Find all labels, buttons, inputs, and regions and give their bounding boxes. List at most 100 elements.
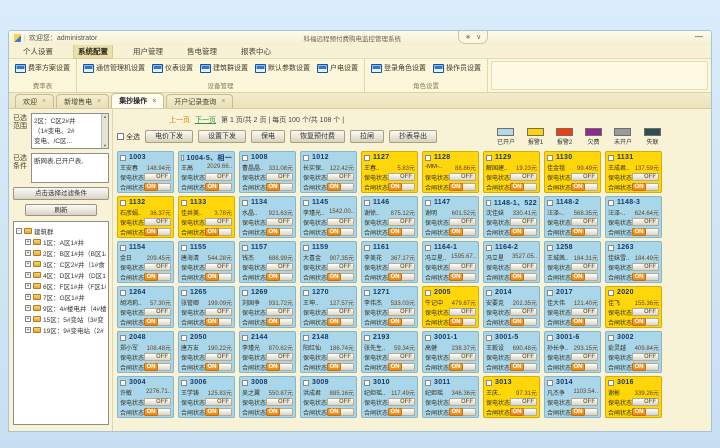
card-checkbox[interactable] [608,245,614,251]
expand-icon[interactable] [25,305,31,311]
collapse-icon[interactable] [16,228,22,234]
meter-card[interactable]: 1148-2 汪泽-.. 568.35元 保电状态 OFF [544,196,601,238]
tree-item[interactable]: 7区：G区1#井 [16,291,106,302]
ribbon-button[interactable]: 户电设置 [315,62,360,74]
meter-card[interactable]: 1157 钱杰 686.99元 保电状态 OFF 合闸状态 [239,241,296,283]
power-protect-status[interactable]: OFF [449,173,476,181]
meter-card[interactable]: 1159 大喜金 907.35元 保电状态 OFF 合闸状态 [300,241,357,283]
power-protect-status[interactable]: OFF [510,353,537,361]
power-protect-status[interactable]: OFF [266,263,293,271]
switch-state-status[interactable]: ON [388,228,402,236]
meter-card[interactable]: 1271 李伟杰 533.03元 保电状态 OFF 合闸状态 [361,286,418,328]
select-all[interactable]: 全选 [117,132,140,142]
power-protect-status[interactable]: OFF [266,308,293,316]
scroll-down-icon[interactable] [103,143,107,148]
meter-card[interactable]: 1269 刘国争 931.72元 保电状态 OFF 合闸状态 [239,286,296,328]
switch-state-status[interactable]: ON [388,408,402,416]
meter-card[interactable]: 1133 佳井美.. 3.78元 保电状态 OFF 合闸状态 [178,196,235,238]
ribbon-button[interactable]: 默认参数设置 [253,62,312,74]
card-checkbox[interactable] [303,155,309,161]
power-protect-status[interactable]: OFF [266,173,293,181]
meter-card[interactable]: 2144 李瑾光 870.62元 保电状态 OFF 合闸状态 [239,331,296,373]
switch-state-status[interactable]: ON [388,318,402,326]
action-button[interactable]: 保电 [251,130,285,143]
action-button[interactable]: 设置下发 [198,130,246,143]
power-protect-status[interactable]: OFF [327,218,354,226]
meter-card[interactable]: 3001-1 高健 238.37元 保电状态 OFF 合闸状 [422,331,479,373]
card-checkbox[interactable] [425,380,431,386]
switch-state-status[interactable]: ON [510,183,524,191]
meter-card[interactable]: 1270 王坤.. 127.57元 保电状态 OFF 合闸状 [300,286,357,328]
power-protect-status[interactable]: OFF [388,263,415,271]
switch-state-status[interactable]: ON [144,408,158,416]
power-protect-status[interactable]: OFF [388,173,415,181]
switch-state-status[interactable]: ON [632,183,646,191]
switch-state-status[interactable]: ON [388,363,402,371]
switch-state-status[interactable]: ON [144,318,158,326]
meter-card[interactable]: 1164-1 冯立星.. 1595.67.. 保电状态 OFF [422,241,479,283]
meter-card[interactable]: 1003 王安春 148.94元 保电状态 OFF 合闸状态 [117,151,174,193]
expand-icon[interactable] [25,261,31,267]
card-checkbox[interactable] [425,245,431,251]
switch-state-status[interactable]: ON [266,408,280,416]
power-protect-status[interactable]: OFF [144,353,171,361]
card-checkbox[interactable] [547,200,553,206]
card-checkbox[interactable] [364,245,370,251]
switch-state-status[interactable]: ON [510,228,524,236]
power-protect-status[interactable]: OFF [205,308,232,316]
switch-state-status[interactable]: ON [510,408,524,416]
switch-state-status[interactable]: ON [205,273,219,281]
ribbon-button[interactable]: 登录角色设置 [369,62,428,74]
card-checkbox[interactable] [303,335,309,341]
power-protect-status[interactable]: OFF [571,263,598,271]
select-all-checkbox[interactable] [117,133,124,140]
meter-card[interactable]: 2017 佳大伟 121.40元 保电状态 OFF 合闸状态 [544,286,601,328]
card-checkbox[interactable] [547,380,553,386]
close-icon[interactable] [221,98,225,105]
meter-card[interactable]: 1130 佳金毯 99.49元 保电状态 OFF 合闸状态 [544,151,601,193]
meter-card[interactable]: 1004-5、相一 王高 2029.66.. 保电状态 OFF [178,151,235,193]
power-protect-status[interactable]: OFF [632,398,659,406]
prev-page-link[interactable]: 上一页 [169,115,190,125]
power-protect-status[interactable]: OFF [632,353,659,361]
card-checkbox[interactable] [547,155,553,161]
menu-item[interactable]: 个人设置 [19,45,57,58]
card-checkbox[interactable] [425,290,431,296]
expand-icon[interactable] [25,239,31,245]
switch-state-status[interactable]: ON [510,273,524,281]
power-protect-status[interactable]: OFF [205,218,232,226]
meter-card[interactable]: 1132 石彦娟.. 36.37元 保电状态 OFF 合闸状 [117,196,174,238]
power-protect-status[interactable]: OFF [449,398,476,406]
card-checkbox[interactable] [181,200,187,206]
menu-item[interactable]: 系统配置 [73,44,113,59]
document-tab[interactable]: 集抄操作 [111,93,164,108]
power-protect-status[interactable]: OFF [449,308,476,316]
switch-state-status[interactable]: ON [632,318,646,326]
power-protect-status[interactable]: OFF [327,353,354,361]
meter-card[interactable]: 3006 王学铸 125.83元 保电状态 OFF 合闸状态 [178,376,235,418]
power-protect-status[interactable]: OFF [510,263,537,271]
card-checkbox[interactable] [120,290,126,296]
expand-icon[interactable] [25,294,31,300]
action-button[interactable]: 抄表导出 [389,130,437,143]
switch-state-status[interactable]: ON [449,363,463,371]
power-protect-status[interactable]: OFF [388,308,415,316]
power-protect-status[interactable]: OFF [510,308,537,316]
power-protect-status[interactable]: OFF [327,308,354,316]
meter-card[interactable]: 2020 佳飞 155.36元 保电状态 OFF 合闸状态 [605,286,662,328]
switch-state-status[interactable]: ON [632,363,646,371]
meter-card[interactable]: 1147 谢明 601.52元 保电状态 OFF 合闸状态 [422,196,479,238]
menu-item[interactable]: 用户管理 [129,45,167,58]
tree-item[interactable]: 1区：A区1#井 [16,236,106,247]
switch-state-status[interactable]: ON [327,273,341,281]
power-protect-status[interactable]: OFF [449,218,476,226]
card-checkbox[interactable] [181,155,184,161]
switch-state-status[interactable]: ON [632,408,646,416]
power-protect-status[interactable]: OFF [205,173,232,181]
meter-card[interactable]: 1161 李美花 367.17元 保电状态 OFF 合闸状态 [361,241,418,283]
tree-item[interactable]: 19区：9#变电站（2# [16,324,106,335]
switch-state-status[interactable]: ON [510,318,524,326]
scrollbar[interactable] [101,114,108,148]
card-checkbox[interactable] [242,290,248,296]
power-protect-status[interactable]: OFF [144,398,171,406]
